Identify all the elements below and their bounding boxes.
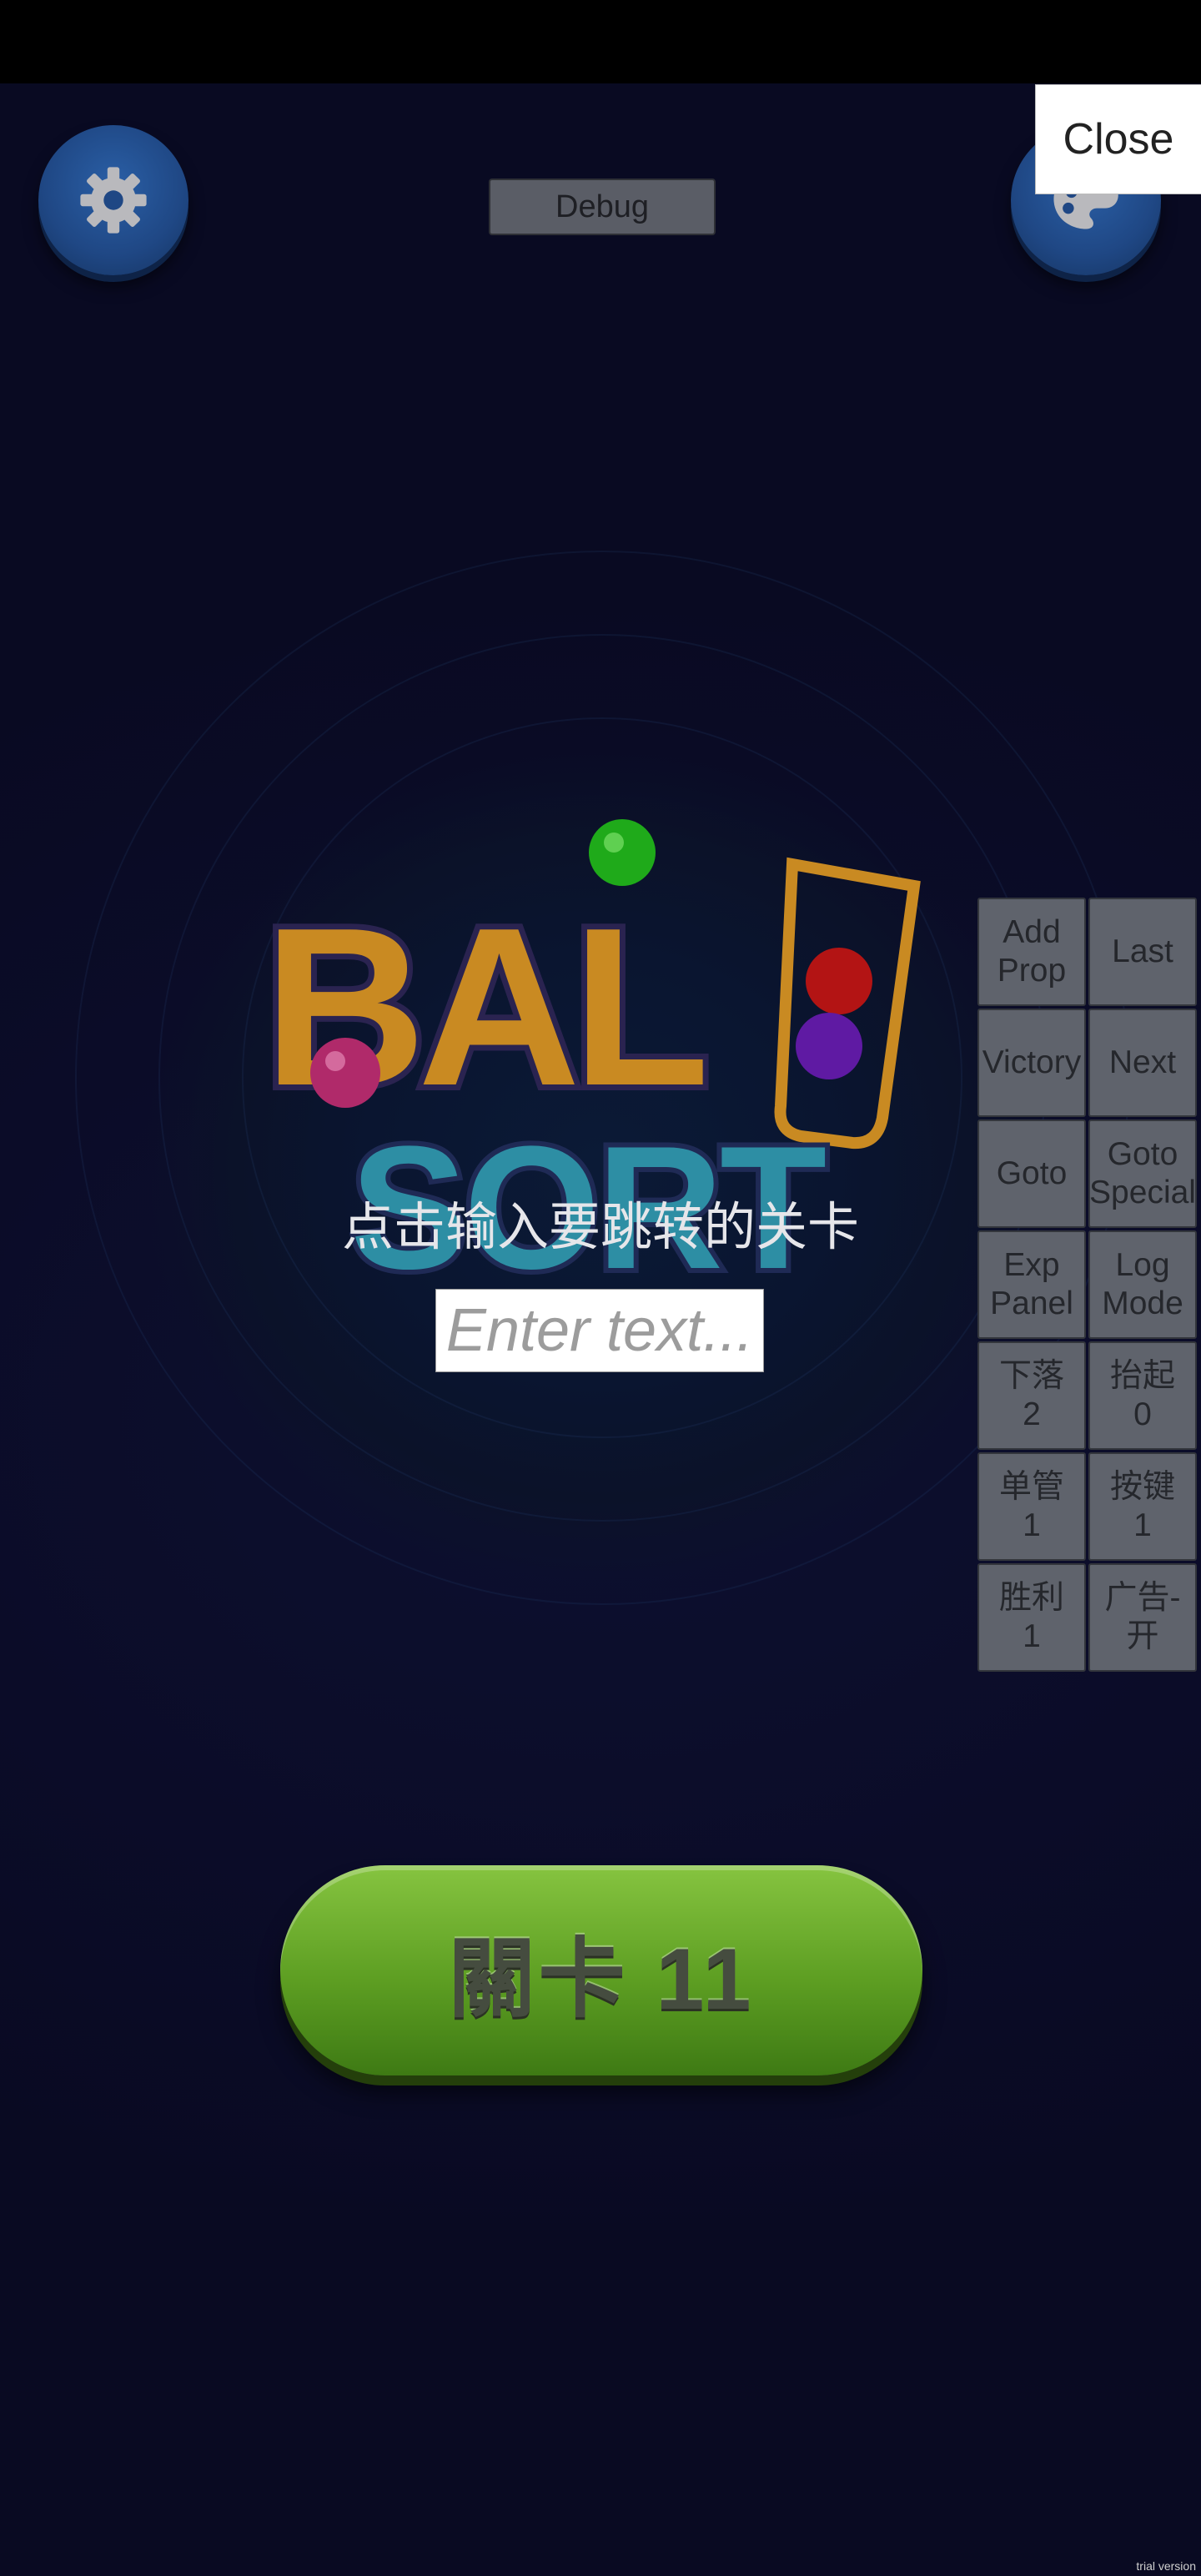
last-button[interactable]: Last — [1088, 898, 1197, 1006]
exp-panel-button[interactable]: Exp Panel — [977, 1230, 1086, 1339]
win-button[interactable]: 胜利 1 — [977, 1563, 1086, 1672]
level-play-button[interactable]: 關卡 11 — [280, 1865, 922, 2075]
goto-level-input[interactable] — [440, 1296, 760, 1366]
goto-level-field[interactable] — [435, 1289, 764, 1372]
debug-button[interactable]: Debug — [489, 179, 716, 235]
drop-speed-button[interactable]: 下落 2 — [977, 1341, 1086, 1450]
trial-watermark: trial version — [1136, 2559, 1196, 2573]
goto-button[interactable]: Goto — [977, 1119, 1086, 1228]
status-bar — [0, 0, 1201, 83]
close-button[interactable]: Close — [1035, 84, 1201, 194]
next-button[interactable]: Next — [1088, 1009, 1197, 1117]
gear-icon — [80, 167, 147, 234]
log-mode-button[interactable]: Log Mode — [1088, 1230, 1197, 1339]
goto-special-button[interactable]: Goto Special — [1088, 1119, 1197, 1228]
lift-speed-button[interactable]: 抬起 0 — [1088, 1341, 1197, 1450]
single-tube-button[interactable]: 单管 1 — [977, 1452, 1086, 1561]
goto-level-prompt: 点击输入要跳转的关卡 — [341, 1199, 859, 1256]
victory-button[interactable]: Victory — [977, 1009, 1086, 1117]
ads-toggle-button[interactable]: 广告-开 — [1088, 1563, 1197, 1672]
settings-button[interactable] — [38, 125, 188, 275]
key-button[interactable]: 按键 1 — [1088, 1452, 1197, 1561]
add-prop-button[interactable]: Add Prop — [977, 898, 1086, 1006]
level-play-label: 關卡 11 — [448, 1930, 755, 2028]
